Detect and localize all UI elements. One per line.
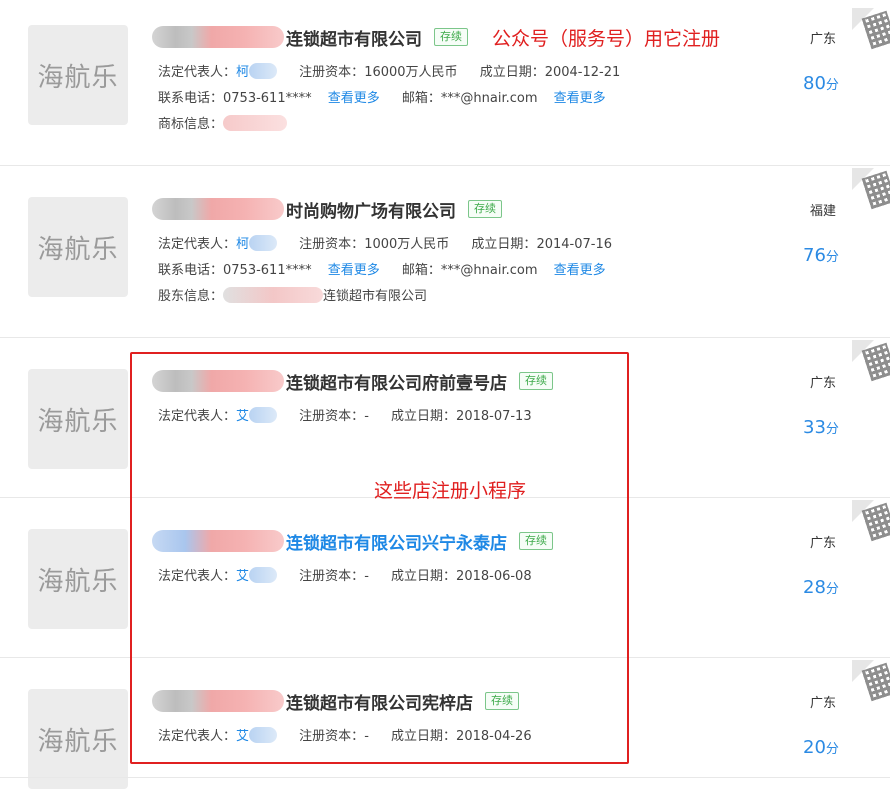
qr-code-icon[interactable] — [852, 500, 890, 548]
company-name-text[interactable]: 连锁超市有限公司 — [286, 25, 422, 50]
shareholder-value: 连锁超市有限公司 — [323, 289, 428, 304]
company-logo: 海航乐 — [28, 689, 128, 789]
info-line-1: 法定代表人：柯 注册资本：16000万人民币 成立日期：2004-12-21 — [158, 63, 621, 80]
qr-code-icon[interactable] — [852, 660, 890, 708]
company-logo: 海航乐 — [28, 529, 128, 629]
annotation-red-box — [130, 352, 629, 764]
registered-capital: 16000万人民币 — [364, 65, 458, 80]
status-badge: 存续 — [468, 200, 502, 218]
company-row: 海航乐 时尚购物广场有限公司 存续 法定代表人：柯 注册资本：1000万人民币 … — [0, 166, 890, 338]
credit-score: 33分 — [803, 417, 839, 438]
region-label: 广东 — [810, 376, 837, 391]
qr-code-icon[interactable] — [852, 8, 890, 56]
annotation-box-note: 这些店注册小程序 — [374, 480, 527, 502]
redacted-blur — [249, 63, 278, 79]
credit-score: 28分 — [803, 577, 839, 598]
founded-date: 2004-12-21 — [544, 65, 621, 80]
info-line-2: 联系电话：0753-611**** 查看更多 邮箱：***@hnair.com … — [158, 263, 606, 278]
email-more-link[interactable]: 查看更多 — [554, 91, 606, 106]
redacted-blur — [223, 115, 288, 131]
info-line-3: 股东信息： 连锁超市有限公司 — [158, 287, 428, 304]
phone-value: 0753-611**** — [223, 91, 312, 106]
company-name-text[interactable]: 时尚购物广场有限公司 — [286, 197, 456, 222]
company-logo: 海航乐 — [28, 369, 128, 469]
status-badge: 存续 — [434, 28, 468, 46]
company-name[interactable]: 时尚购物广场有限公司 存续 — [152, 196, 502, 222]
email-value: ***@hnair.com — [440, 91, 538, 106]
company-name[interactable]: 连锁超市有限公司 存续 — [152, 24, 468, 50]
credit-score: 80分 — [803, 73, 839, 94]
region-label: 福建 — [810, 204, 837, 219]
phone-more-link[interactable]: 查看更多 — [328, 263, 380, 278]
redacted-blur — [223, 287, 324, 303]
region-label: 广东 — [810, 32, 837, 47]
legal-rep-link[interactable]: 柯 — [236, 65, 249, 80]
phone-more-link[interactable]: 查看更多 — [328, 91, 380, 106]
region-label: 广东 — [810, 696, 837, 711]
credit-score: 20分 — [803, 737, 839, 758]
email-value: ***@hnair.com — [440, 263, 538, 278]
region-label: 广东 — [810, 536, 837, 551]
redacted-blur — [249, 235, 278, 251]
phone-value: 0753-611**** — [223, 263, 312, 278]
info-line-1: 法定代表人：柯 注册资本：1000万人民币 成立日期：2014-07-16 — [158, 235, 612, 252]
company-row: 海航乐 连锁超市有限公司 存续 法定代表人：柯 注册资本：16000万人民币 成… — [0, 0, 890, 166]
founded-date: 2014-07-16 — [536, 237, 612, 252]
qr-code-icon[interactable] — [852, 340, 890, 388]
credit-score: 76分 — [803, 245, 839, 266]
legal-rep-link[interactable]: 柯 — [236, 237, 249, 252]
company-logo: 海航乐 — [28, 197, 128, 297]
registered-capital: 1000万人民币 — [364, 237, 450, 252]
info-line-3: 商标信息： — [158, 113, 288, 132]
email-more-link[interactable]: 查看更多 — [554, 263, 606, 278]
company-logo: 海航乐 — [28, 25, 128, 125]
qr-code-icon[interactable] — [852, 168, 890, 216]
annotation-top-note: 公众号（服务号）用它注册 — [492, 28, 721, 50]
redacted-name-blur — [152, 26, 284, 48]
info-line-2: 联系电话：0753-611**** 查看更多 邮箱：***@hnair.com … — [158, 91, 606, 106]
redacted-name-blur — [152, 198, 284, 220]
